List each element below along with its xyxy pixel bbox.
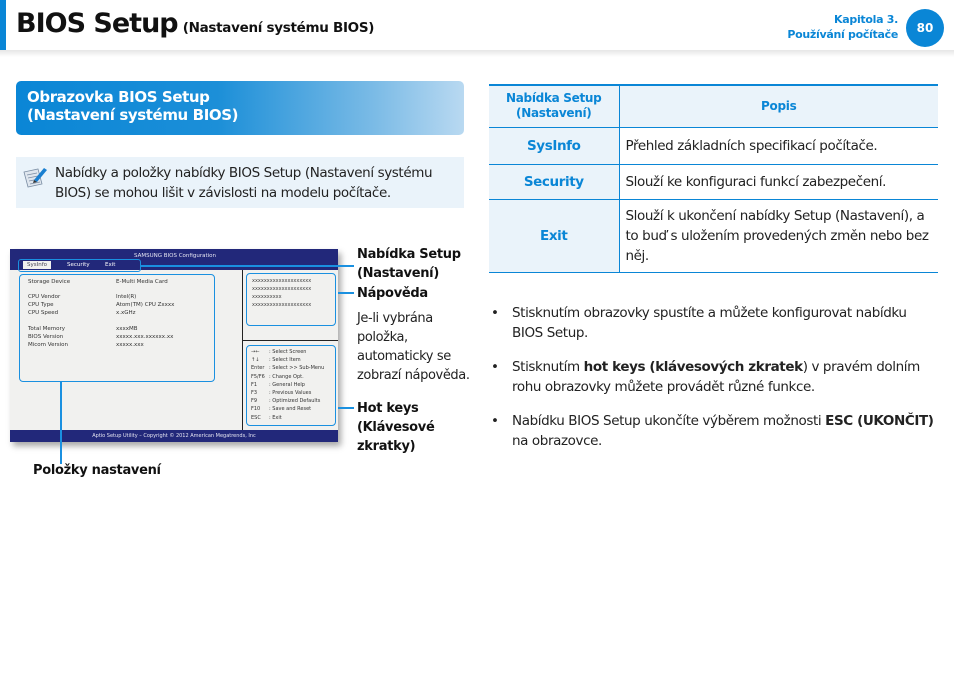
bios-divider-horizontal — [242, 340, 338, 341]
bios-hotkeys-panel: →←: Select Screen ↑↓: Select Item Enter:… — [246, 345, 336, 426]
bullet-icon: • — [491, 305, 499, 321]
hotkey-row: F9: Optimized Defaults — [251, 398, 321, 405]
hotkey-row: ESC: Exit — [251, 414, 282, 421]
bios-settings-panel: Storage Device E-Multi Media Card CPU Ven… — [19, 274, 215, 382]
bios-tab-security[interactable]: Security — [67, 262, 90, 268]
table-row: Exit Slouží k ukončení nabídky Setup (Na… — [489, 198, 938, 273]
menu-description: Přehled základních specifikací počítače. — [619, 126, 938, 164]
hotkey-row: F10: Save and Reset — [251, 406, 312, 413]
bios-divider-vertical — [242, 270, 243, 430]
header-line: (Nastavení) — [516, 106, 592, 121]
bios-help-panel: xxxxxxxxxxxxxxxxxxxx xxxxxxxxxxxxxxxxxxx… — [246, 273, 336, 326]
callout-line-hotkeys — [338, 407, 354, 409]
bios-row: Micom Version xxxxx.xxx — [28, 342, 144, 348]
hotkey-row: Enter: Select >> Sub-Menu — [251, 365, 325, 372]
bios-row: BIOS Version xxxxx.xxx.xxxxxx.xx — [28, 334, 174, 340]
page-title-sub: (Nastavení systému BIOS) — [182, 20, 375, 36]
callout-menu: Nabídka Setup (Nastavení) — [357, 245, 461, 283]
help-line: xxxxxxxxxxxxxxxxxxxx — [252, 278, 312, 284]
hotkey-row: F5/F6: Change Opt. — [251, 373, 304, 380]
list-item: • Stisknutím hot keys (klávesových zkrate… — [489, 357, 939, 397]
chapter-number: Kapitola 3. — [834, 13, 898, 26]
hotkeys-line: zkratky) — [357, 439, 416, 454]
text: Stisknutím obrazovky spustíte a můžete k… — [512, 305, 907, 341]
bios-row: CPU Vendor Intel(R) — [28, 294, 137, 300]
hotkeys-line: (Klávesové — [357, 420, 435, 435]
help-desc-line: automaticky se — [357, 349, 451, 364]
bold-text: ESC (UKONČIT) — [825, 413, 934, 429]
bios-tab-sysinfo[interactable]: SysInfo — [23, 261, 52, 269]
header-accent-bar — [0, 0, 6, 52]
section-heading: Obrazovka BIOS Setup (Nastavení systému … — [16, 81, 464, 135]
hotkey-row: →←: Select Screen — [251, 349, 307, 355]
header-divider — [0, 50, 954, 57]
note-box: Nabídky a položky nabídky BIOS Setup (Na… — [16, 157, 464, 208]
callout-hotkeys: Hot keys (Klávesové zkratky) — [357, 399, 435, 456]
text: na obrazovce. — [512, 433, 602, 449]
list-item: • Stisknutím obrazovky spustíte a můžete … — [489, 303, 939, 343]
hotkeys-line: Hot keys — [357, 401, 419, 416]
instruction-list: • Stisknutím obrazovky spustíte a můžete … — [489, 303, 939, 465]
callout-menu-line2: (Nastavení) — [357, 266, 439, 281]
hotkey-row: F1: General Help — [251, 381, 305, 388]
menu-name: Exit — [489, 198, 620, 273]
chapter-title: Používání počítače — [787, 28, 898, 41]
hotkey-row: ↑↓: Select Item — [251, 357, 301, 364]
callout-line-help — [338, 292, 354, 294]
bullet-icon: • — [491, 359, 499, 375]
callout-menu-line1: Nabídka Setup — [357, 247, 461, 262]
menu-name: SysInfo — [489, 126, 620, 164]
help-desc-line: Je-li vybrána — [357, 311, 433, 326]
table-header-row: Nabídka Setup (Nastavení) Popis — [489, 85, 938, 127]
setup-menu-table: Nabídka Setup (Nastavení) Popis SysInfo … — [489, 84, 938, 273]
bios-menu-highlight-line — [141, 265, 338, 267]
text: Stisknutím — [512, 359, 584, 375]
section-heading-line1: Obrazovka BIOS Setup — [27, 88, 210, 106]
table-row: Security Slouží ke konfiguraci funkcí za… — [489, 163, 938, 199]
text: Nabídku BIOS Setup ukončíte výběrem možn… — [512, 413, 826, 429]
page-number-badge: 80 — [906, 9, 944, 47]
bios-row: CPU Type Atom(TM) CPU Zxxxx — [28, 302, 175, 308]
bios-row: Storage Device E-Multi Media Card — [28, 279, 168, 285]
bios-brand: SAMSUNG BIOS Configuration — [134, 253, 217, 259]
callout-line-items — [60, 382, 62, 464]
menu-description: Slouží ke konfiguraci funkcí zabezpečení… — [619, 163, 938, 199]
callout-setup-items: Položky nastavení — [33, 463, 161, 478]
bullet-icon: • — [491, 413, 499, 429]
chapter-label: Kapitola 3. Používání počítače — [787, 12, 898, 42]
table-row: SysInfo Přehled základních specifikací p… — [489, 126, 938, 164]
note-pencil-icon — [23, 168, 47, 188]
note-text: Nabídky a položky nabídky BIOS Setup (Na… — [55, 165, 433, 201]
help-line: xxxxxxxxxxxxxxxxxxxx — [252, 286, 312, 292]
bios-row: Total Memory xxxxMB — [28, 326, 138, 332]
bold-text: hot keys (klávesových zkratek — [583, 359, 803, 375]
hotkey-row: F3: Previous Values — [251, 390, 312, 397]
page-title-main: BIOS Setup — [16, 8, 179, 39]
header-line: Nabídka Setup — [506, 91, 602, 106]
help-desc-line: zobrazí nápověda. — [357, 368, 470, 383]
list-item: • Nabídku BIOS Setup ukončíte výběrem mož… — [489, 411, 939, 451]
page-title: BIOS Setup (Nastavení systému BIOS) — [16, 8, 374, 39]
help-desc-line: položka, — [357, 330, 408, 345]
callout-help-title: Nápověda — [357, 286, 428, 301]
callout-line-menu — [338, 265, 354, 267]
bios-menu-tabs: SysInfo Security Exit — [18, 259, 141, 272]
help-line: xxxxxxxxxx — [252, 294, 282, 300]
table-header-menu: Nabídka Setup (Nastavení) — [489, 85, 620, 127]
menu-description: Slouží k ukončení nabídky Setup (Nastave… — [619, 198, 938, 273]
bios-row: CPU Speed x.xGHz — [28, 310, 136, 316]
table-header-description: Popis — [619, 85, 938, 127]
menu-name: Security — [489, 163, 620, 199]
help-line: xxxxxxxxxxxxxxxxxxxx — [252, 302, 312, 308]
bios-tab-exit[interactable]: Exit — [105, 262, 115, 268]
callout-help-description: Je-li vybrána položka, automaticky se zo… — [357, 309, 470, 385]
section-heading-line2: (Nastavení systému BIOS) — [27, 106, 239, 124]
